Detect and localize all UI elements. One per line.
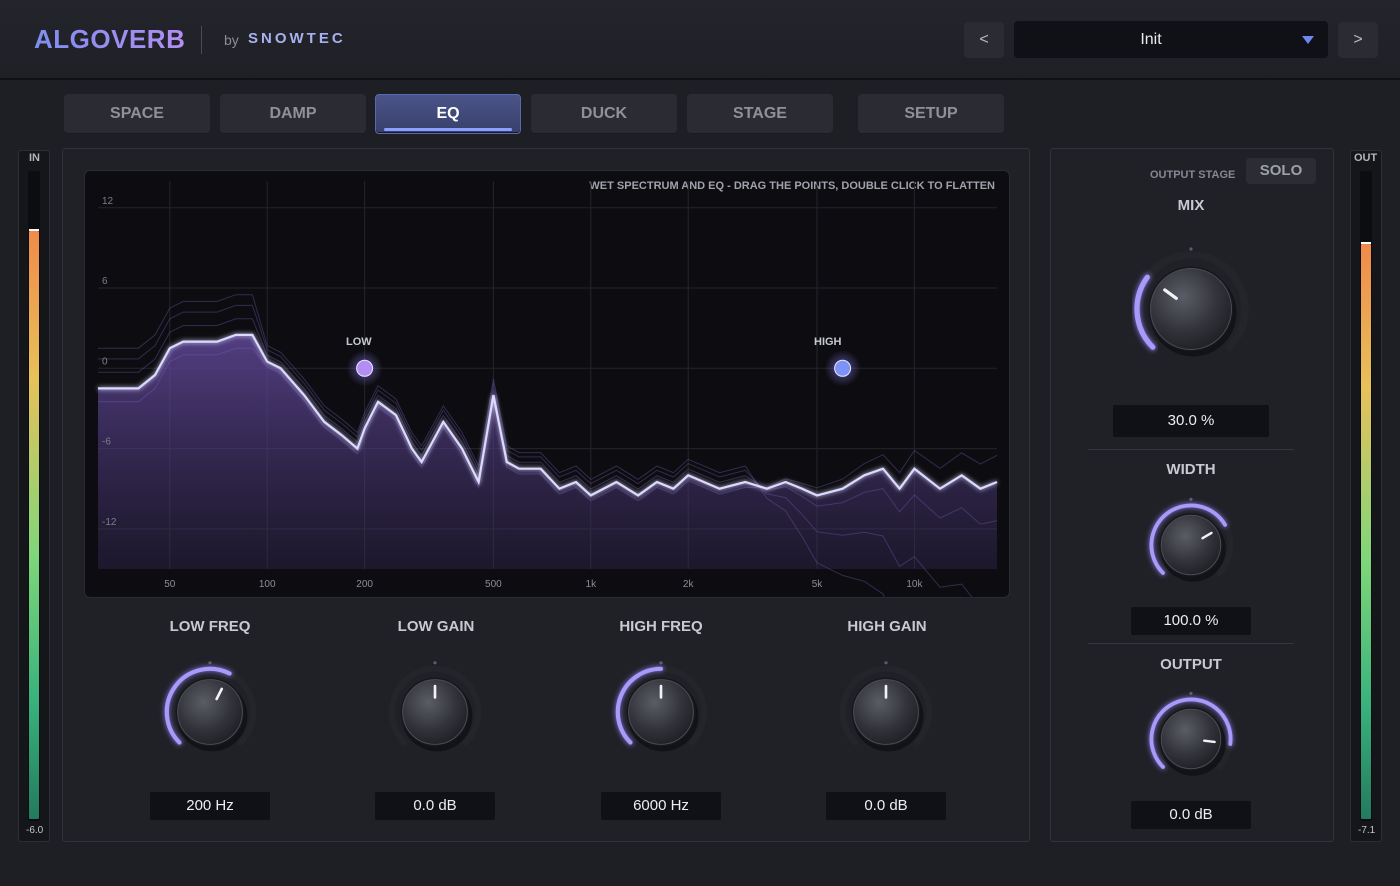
- y-tick-label: -12: [102, 517, 117, 528]
- output-meter: OUT -7.1: [1350, 150, 1382, 842]
- header-bar: ALGOVERB by SNOWTEC < Init >: [0, 0, 1400, 80]
- high-gain-label: HIGH GAIN: [847, 618, 927, 635]
- output-label: OUTPUT: [1160, 656, 1222, 673]
- output-meter-level: [1361, 244, 1371, 819]
- low-freq-label: LOW FREQ: [169, 618, 251, 635]
- y-tick-label: -6: [102, 437, 111, 448]
- low-gain-knob[interactable]: [375, 652, 495, 772]
- width-value[interactable]: 100.0 %: [1131, 607, 1251, 635]
- output-stage-title: OUTPUT STAGE: [1150, 169, 1236, 181]
- tab-setup[interactable]: SETUP: [858, 94, 1004, 134]
- knob-center-dot: [1189, 497, 1193, 501]
- x-tick-label: 500: [485, 579, 502, 590]
- tab-space[interactable]: SPACE: [64, 94, 210, 134]
- knob-center-dot: [659, 661, 663, 665]
- knob-pointer: [1203, 739, 1216, 744]
- eq-spectrum-graph[interactable]: WET SPECTRUM AND EQ - DRAG THE POINTS, D…: [84, 170, 1010, 598]
- x-tick-label: 200: [356, 579, 373, 590]
- mix-label: MIX: [1177, 197, 1205, 214]
- output-knob[interactable]: [1136, 684, 1246, 794]
- knob-center-dot: [1189, 691, 1193, 695]
- width-label: WIDTH: [1166, 461, 1216, 478]
- knob-body: [1160, 514, 1222, 576]
- by-label: by: [224, 32, 239, 48]
- x-tick-label: 2k: [683, 579, 695, 590]
- x-tick-label: 50: [164, 579, 176, 590]
- preset-next-button[interactable]: >: [1338, 22, 1378, 58]
- knob-center-dot: [433, 661, 437, 665]
- input-meter-level: [29, 231, 39, 819]
- y-tick-label: 0: [102, 356, 108, 367]
- eq-high-point[interactable]: [834, 359, 852, 377]
- preset-name: Init: [1140, 31, 1162, 48]
- mix-value[interactable]: 30.0 %: [1113, 405, 1269, 437]
- knob-body: [1150, 268, 1232, 350]
- knob-center-dot: [884, 661, 888, 665]
- low-freq-value[interactable]: 200 Hz: [150, 792, 270, 820]
- x-tick-label: 1k: [586, 579, 598, 590]
- brand-name: SNOWTEC: [248, 30, 346, 47]
- low-gain-value[interactable]: 0.0 dB: [375, 792, 495, 820]
- eq-low-label: LOW: [346, 336, 372, 348]
- knob-body: [1160, 708, 1222, 770]
- tab-damp[interactable]: DAMP: [220, 94, 366, 134]
- app-logo: ALGOVERB: [34, 24, 186, 54]
- output-meter-peak: [1361, 242, 1371, 245]
- eq-low-point[interactable]: [356, 359, 374, 377]
- high-freq-knob[interactable]: [601, 652, 721, 772]
- spectrum-plot: 50 100 200 500 1k 2k 5k 10k 12 6 0 -6 -12: [98, 181, 998, 597]
- x-tick-label: 10k: [906, 579, 923, 590]
- low-gain-label: LOW GAIN: [397, 618, 475, 635]
- high-gain-value[interactable]: 0.0 dB: [826, 792, 946, 820]
- eq-high-label: HIGH: [814, 336, 842, 348]
- divider: [1088, 449, 1294, 450]
- x-tick-label: 5k: [812, 579, 824, 590]
- high-freq-label: HIGH FREQ: [619, 618, 703, 635]
- low-freq-knob[interactable]: [150, 652, 270, 772]
- high-gain-knob[interactable]: [826, 652, 946, 772]
- y-tick-label: 12: [102, 196, 114, 207]
- input-meter-value: -6.0: [26, 825, 44, 836]
- divider: [1088, 643, 1294, 644]
- preset-selector[interactable]: Init: [1014, 21, 1328, 58]
- tab-stage[interactable]: STAGE: [687, 94, 833, 134]
- knob-center-dot: [1189, 247, 1193, 251]
- caret-down-icon: [1302, 36, 1314, 44]
- output-meter-value: -7.1: [1358, 825, 1376, 836]
- tab-duck[interactable]: DUCK: [531, 94, 677, 134]
- mix-knob[interactable]: [1116, 234, 1266, 384]
- preset-prev-button[interactable]: <: [964, 22, 1004, 58]
- output-meter-label: OUT: [1354, 152, 1378, 164]
- high-freq-value[interactable]: 6000 Hz: [601, 792, 721, 820]
- tab-eq[interactable]: EQ: [375, 94, 521, 134]
- knob-body: [177, 679, 243, 745]
- width-knob[interactable]: [1136, 490, 1246, 600]
- input-meter-peak: [29, 229, 39, 232]
- output-value[interactable]: 0.0 dB: [1131, 801, 1251, 829]
- solo-button[interactable]: SOLO: [1246, 158, 1316, 184]
- logo-divider: [201, 26, 202, 54]
- spectrum-fill: [98, 334, 997, 569]
- knob-center-dot: [208, 661, 212, 665]
- input-meter-label: IN: [29, 152, 40, 164]
- x-tick-label: 100: [259, 579, 276, 590]
- y-tick-label: 6: [102, 276, 108, 287]
- input-meter: IN -6.0: [18, 150, 50, 842]
